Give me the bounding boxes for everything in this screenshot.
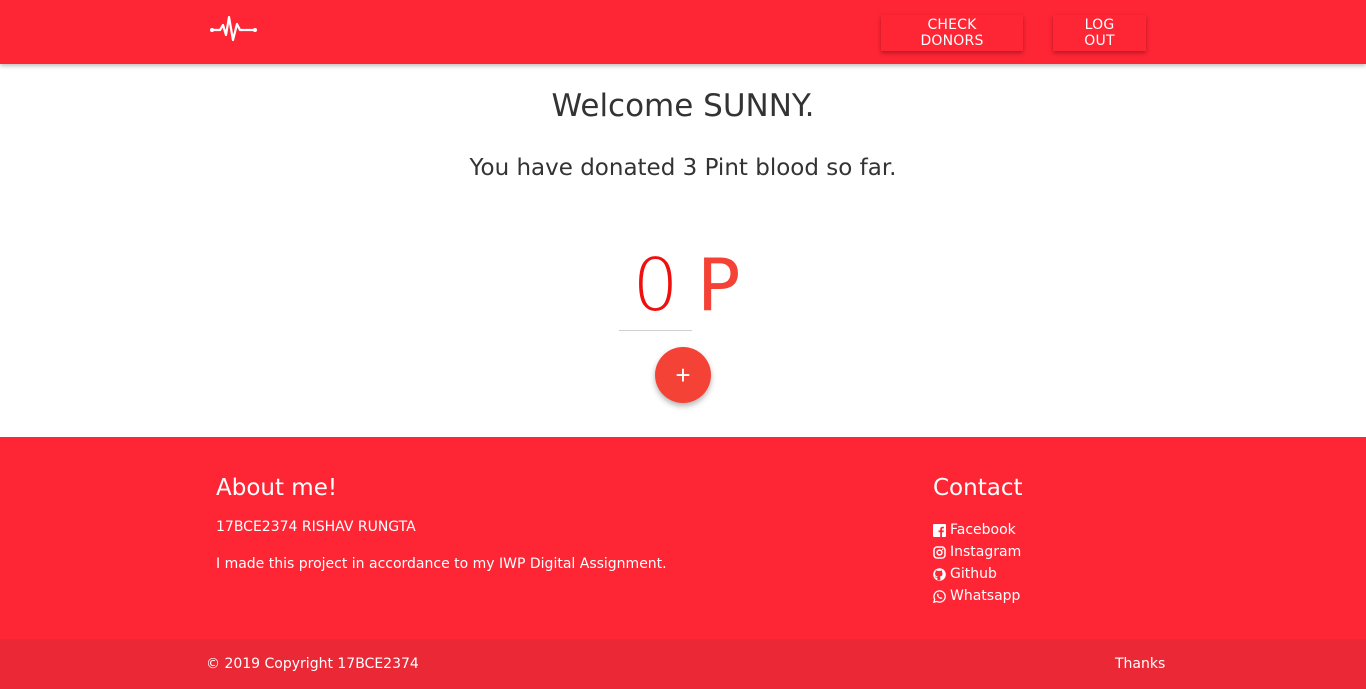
check-donors-button[interactable]: CHECK DONORS bbox=[881, 15, 1023, 51]
instagram-label: Instagram bbox=[950, 544, 1022, 560]
about-title: About me! bbox=[216, 475, 338, 501]
pint-unit-label: P bbox=[697, 243, 741, 327]
facebook-link[interactable]: Facebook bbox=[933, 522, 1016, 538]
facebook-label: Facebook bbox=[950, 522, 1016, 538]
copyright-bar: © 2019 Copyright 17BCE2374 Thanks bbox=[0, 639, 1366, 689]
contact-list: Facebook Instagram Github Whatsapp bbox=[933, 519, 1021, 607]
whatsapp-icon bbox=[933, 589, 946, 603]
contact-item-facebook: Facebook bbox=[933, 519, 1021, 541]
whatsapp-link[interactable]: Whatsapp bbox=[933, 588, 1020, 604]
github-icon bbox=[933, 567, 946, 581]
main-content: Welcome SUNNY. You have donated 3 Pint b… bbox=[0, 64, 1366, 437]
whatsapp-label: Whatsapp bbox=[950, 588, 1021, 604]
thanks-link[interactable]: Thanks bbox=[1115, 656, 1165, 672]
logout-button[interactable]: LOG OUT bbox=[1053, 15, 1146, 51]
facebook-icon bbox=[933, 523, 946, 537]
instagram-link[interactable]: Instagram bbox=[933, 544, 1021, 560]
contact-item-github: Github bbox=[933, 563, 1021, 585]
contact-item-instagram: Instagram bbox=[933, 541, 1021, 563]
navbar: CHECK DONORS LOG OUT bbox=[0, 0, 1366, 64]
about-description: I made this project in accordance to my … bbox=[216, 556, 667, 572]
pint-count-input[interactable] bbox=[619, 239, 692, 331]
add-donation-button[interactable]: + bbox=[655, 347, 711, 403]
contact-title: Contact bbox=[933, 475, 1023, 501]
welcome-heading: Welcome SUNNY. bbox=[551, 88, 815, 124]
instagram-icon bbox=[933, 545, 946, 559]
github-label: Github bbox=[950, 566, 997, 582]
about-id-line: 17BCE2374 RISHAV RUNGTA bbox=[216, 519, 416, 535]
donation-counter: P bbox=[619, 239, 769, 334]
copyright-text: © 2019 Copyright 17BCE2374 bbox=[206, 656, 419, 672]
footer: About me! 17BCE2374 RISHAV RUNGTA I made… bbox=[0, 437, 1366, 639]
heartbeat-icon[interactable] bbox=[210, 13, 258, 43]
donation-summary: You have donated 3 Pint blood so far. bbox=[469, 155, 897, 181]
contact-item-whatsapp: Whatsapp bbox=[933, 585, 1021, 607]
github-link[interactable]: Github bbox=[933, 566, 997, 582]
